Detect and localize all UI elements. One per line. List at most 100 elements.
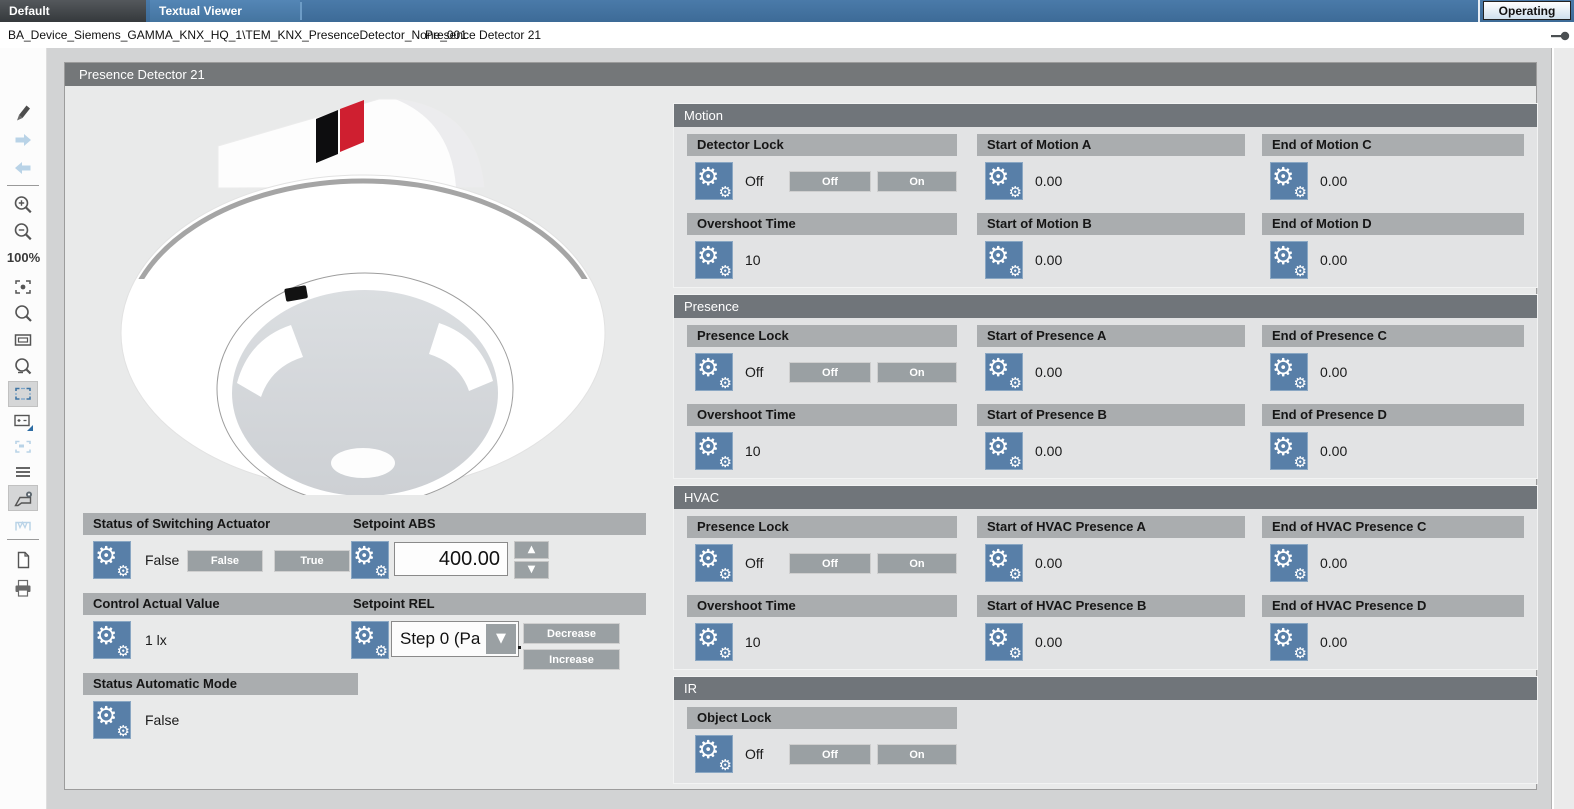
setpoint-abs-spinner: ▲ ▼	[514, 541, 549, 579]
gear-icon[interactable]: ⚙⚙	[1270, 353, 1308, 391]
off-button[interactable]: Off	[789, 171, 871, 192]
split-view-icon[interactable]	[8, 408, 38, 434]
gear-icon[interactable]: ⚙⚙	[695, 623, 733, 661]
select-area-alt-icon[interactable]	[8, 434, 38, 460]
presence-detector-image	[95, 91, 651, 495]
gear-icon[interactable]: ⚙⚙	[93, 621, 131, 659]
field-end-of-hvac-presence-d: End of HVAC Presence D ⚙⚙ 0.00	[1262, 595, 1524, 663]
gear-icon[interactable]: ⚙⚙	[93, 701, 131, 739]
field-overshoot-time: Overshoot Time ⚙⚙ 10	[687, 213, 957, 281]
gear-icon[interactable]: ⚙⚙	[695, 353, 733, 391]
select-area-icon[interactable]	[8, 381, 38, 407]
field-value: 0.00	[1035, 555, 1062, 571]
section-title: IR	[674, 677, 1537, 700]
gear-icon[interactable]: ⚙⚙	[985, 353, 1023, 391]
false-button[interactable]: False	[187, 550, 263, 572]
field-label: Status of Switching Actuator	[83, 513, 358, 535]
true-button[interactable]: True	[274, 550, 350, 572]
printer-icon[interactable]	[8, 575, 38, 601]
spin-down-button[interactable]: ▼	[514, 561, 549, 579]
gear-icon[interactable]: ⚙⚙	[1270, 241, 1308, 279]
zoom-selection-icon[interactable]	[8, 354, 38, 380]
right-rail[interactable]	[1551, 48, 1574, 809]
field-start-of-motion-a: Start of Motion A ⚙⚙ 0.00	[977, 134, 1245, 202]
zoom-out-icon[interactable]	[8, 219, 38, 245]
layers-icon[interactable]	[8, 459, 38, 485]
operating-mode-button[interactable]: Operating	[1483, 1, 1571, 20]
undo-arrow-icon[interactable]	[8, 155, 38, 181]
increase-button[interactable]: Increase	[523, 649, 620, 670]
field-status-automatic-mode: Status Automatic Mode ⚙⚙ False	[83, 673, 358, 741]
gear-icon[interactable]: ⚙⚙	[985, 241, 1023, 279]
gear-icon[interactable]: ⚙⚙	[985, 544, 1023, 582]
gear-icon[interactable]: ⚙⚙	[351, 621, 389, 659]
gear-icon[interactable]: ⚙⚙	[93, 541, 131, 579]
section-presence: Presence Presence Lock ⚙⚙ Off Off On Sta…	[673, 294, 1538, 479]
section-title: Motion	[674, 104, 1537, 127]
gear-icon[interactable]: ⚙⚙	[695, 162, 733, 200]
setpoint-abs-input[interactable]	[394, 542, 508, 576]
section-title: HVAC	[674, 486, 1537, 509]
field-end-of-motion-c: End of Motion C ⚙⚙ 0.00	[1262, 134, 1524, 202]
setpoint-rel-dropdown[interactable]: Step 0 (Pa ▼	[391, 621, 519, 657]
field-label: End of HVAC Presence C	[1262, 516, 1524, 538]
off-button[interactable]: Off	[789, 553, 871, 574]
magnifier-icon[interactable]	[8, 301, 38, 327]
field-label: End of Presence D	[1262, 404, 1524, 426]
pen-icon[interactable]	[8, 99, 38, 125]
redo-arrow-icon[interactable]	[8, 127, 38, 153]
on-button[interactable]: On	[877, 553, 957, 574]
fit-view-icon[interactable]	[8, 274, 38, 300]
gear-icon[interactable]: ⚙⚙	[695, 241, 733, 279]
gear-icon[interactable]: ⚙⚙	[1270, 544, 1308, 582]
section-title: Presence	[674, 295, 1537, 318]
gear-icon[interactable]: ⚙⚙	[695, 544, 733, 582]
field-end-of-presence-d: End of Presence D ⚙⚙ 0.00	[1262, 404, 1524, 472]
gear-icon[interactable]: ⚙⚙	[1270, 162, 1308, 200]
tab-separator	[300, 2, 302, 20]
left-toolbar: 100%	[0, 48, 47, 809]
on-button[interactable]: On	[877, 171, 957, 192]
tab-textual-viewer[interactable]: Textual Viewer	[150, 0, 300, 22]
field-label: Overshoot Time	[687, 595, 957, 617]
zoom-in-icon[interactable]	[8, 192, 38, 218]
zoom-level-label[interactable]: 100%	[0, 250, 47, 265]
field-end-of-motion-d: End of Motion D ⚙⚙ 0.00	[1262, 213, 1524, 281]
gear-icon[interactable]: ⚙⚙	[985, 623, 1023, 661]
field-end-of-hvac-presence-c: End of HVAC Presence C ⚙⚙ 0.00	[1262, 516, 1524, 584]
decrease-button[interactable]: Decrease	[523, 623, 620, 644]
field-label: Presence Lock	[687, 516, 957, 538]
field-label: End of Motion D	[1262, 213, 1524, 235]
gear-icon[interactable]: ⚙⚙	[695, 735, 733, 773]
gear-icon[interactable]: ⚙⚙	[1270, 623, 1308, 661]
gear-icon[interactable]: ⚙⚙	[695, 432, 733, 470]
field-control-actual-value: Control Actual Value ⚙⚙ 1 lx	[83, 593, 358, 661]
toolbar-divider	[7, 539, 39, 540]
field-value: Off	[745, 173, 763, 189]
off-button[interactable]: Off	[789, 744, 871, 765]
field-setpoint-rel: Setpoint REL ⚙⚙ Step 0 (Pa ▼ Decrease In…	[343, 593, 646, 673]
document-icon[interactable]	[8, 547, 38, 573]
viewport-icon[interactable]	[8, 327, 38, 353]
field-label: Start of Motion A	[977, 134, 1245, 156]
breadcrumb-path[interactable]: BA_Device_Siemens_GAMMA_KNX_HQ_1\TEM_KNX…	[8, 28, 467, 42]
tab-default[interactable]: Default	[0, 0, 146, 22]
pin-icon[interactable]	[1549, 30, 1570, 42]
on-button[interactable]: On	[877, 744, 957, 765]
gear-icon[interactable]: ⚙⚙	[985, 432, 1023, 470]
gear-icon[interactable]: ⚙⚙	[985, 162, 1023, 200]
gear-icon[interactable]: ⚙⚙	[351, 541, 389, 579]
dot-mark	[518, 646, 521, 649]
field-label: Start of Motion B	[977, 213, 1245, 235]
field-label: End of Motion C	[1262, 134, 1524, 156]
off-button[interactable]: Off	[789, 362, 871, 383]
spin-up-button[interactable]: ▲	[514, 541, 549, 559]
on-button[interactable]: On	[877, 362, 957, 383]
gear-icon[interactable]: ⚙⚙	[1270, 432, 1308, 470]
presence-detector-panel: Presence Detector 21	[64, 62, 1537, 790]
chevron-down-icon[interactable]: ▼	[486, 624, 516, 654]
tag-gear-icon[interactable]	[8, 485, 38, 511]
node-graph-icon[interactable]	[8, 512, 38, 538]
field-setpoint-abs: Setpoint ABS ⚙⚙ ▲ ▼	[343, 513, 646, 581]
section-hvac: HVAC Presence Lock ⚙⚙ Off Off On Start o…	[673, 485, 1538, 670]
